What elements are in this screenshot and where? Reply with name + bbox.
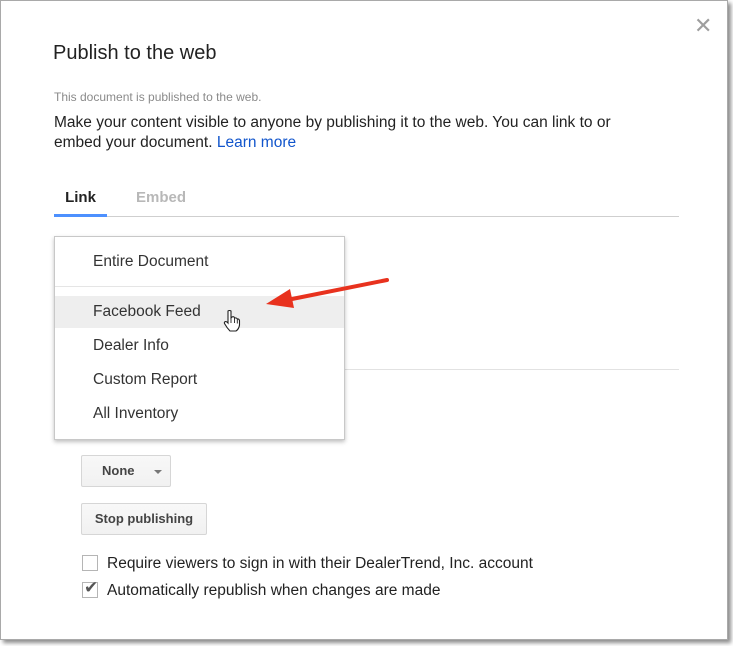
auto-republish-label: Automatically republish when changes are… xyxy=(107,582,441,599)
stop-publishing-button[interactable]: Stop publishing xyxy=(81,503,207,535)
section-divider xyxy=(344,369,679,370)
menu-item-dealer-info[interactable]: Dealer Info xyxy=(55,330,344,362)
sheet-dropdown-menu: Entire Document Facebook Feed Dealer Inf… xyxy=(54,236,345,440)
menu-item-all-inventory[interactable]: All Inventory xyxy=(55,398,344,430)
hand-cursor-icon xyxy=(223,310,241,332)
require-signin-checkbox[interactable] xyxy=(82,555,98,571)
auto-republish-checkbox[interactable]: ✔ xyxy=(82,578,99,598)
chevron-down-icon xyxy=(154,470,162,474)
close-icon[interactable]: ✕ xyxy=(694,15,712,37)
menu-item-custom-report[interactable]: Custom Report xyxy=(55,364,344,396)
publish-dialog: ✕ Publish to the web This document is pu… xyxy=(0,0,728,640)
format-select-value: None xyxy=(102,463,135,478)
dialog-title: Publish to the web xyxy=(53,42,217,64)
tab-link[interactable]: Link xyxy=(54,189,107,217)
require-signin-label: Require viewers to sign in with their De… xyxy=(107,555,533,572)
description: Make your content visible to anyone by p… xyxy=(54,113,654,153)
checkmark-icon: ✔ xyxy=(84,578,99,597)
publish-status-text: This document is published to the web. xyxy=(54,90,262,104)
red-arrow-annotation xyxy=(266,278,389,308)
tab-bar: Link Embed xyxy=(54,186,679,217)
learn-more-link[interactable]: Learn more xyxy=(217,134,296,151)
tab-embed[interactable]: Embed xyxy=(136,189,186,214)
description-text: Make your content visible to anyone by p… xyxy=(54,114,611,151)
format-select[interactable]: None xyxy=(81,455,171,487)
